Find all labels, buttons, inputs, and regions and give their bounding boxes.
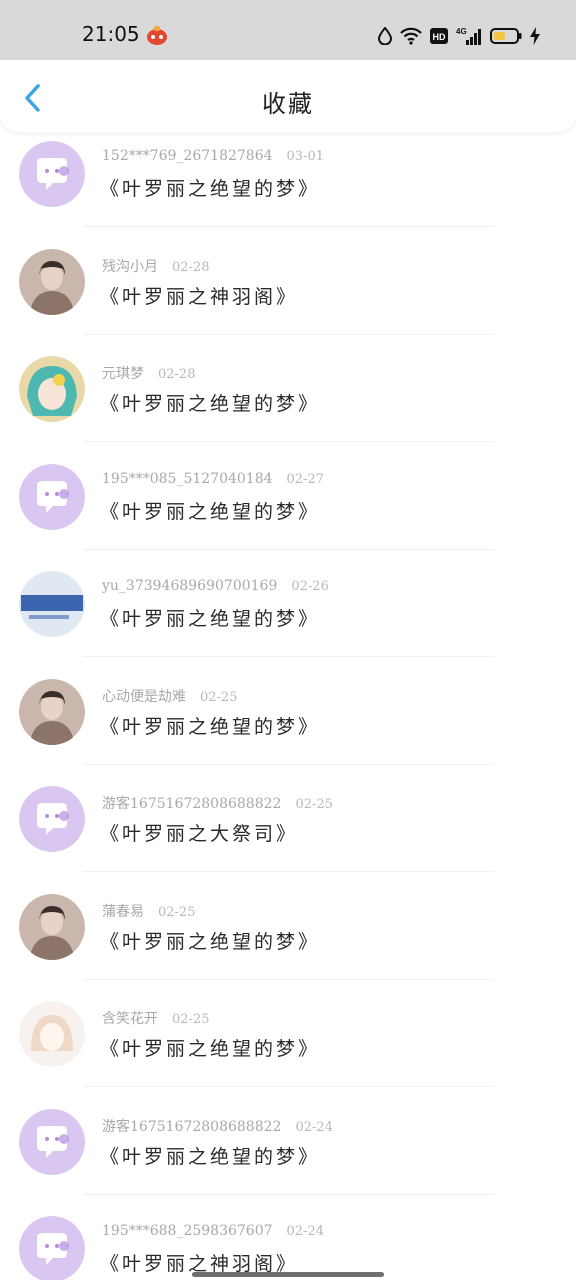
avatar-image xyxy=(19,1001,85,1067)
favorite-item[interactable]: 蒲春易 02-25 《叶罗丽之绝望的梦》 xyxy=(0,873,576,980)
item-meta: 残沟小月 02-28 xyxy=(102,256,209,276)
date: 02-28 xyxy=(158,367,196,382)
username[interactable]: 心动便是劫难 xyxy=(102,689,186,705)
date: 02-26 xyxy=(291,579,329,594)
work-title[interactable]: 《叶罗丽之绝望的梦》 xyxy=(100,604,320,631)
date: 02-25 xyxy=(158,904,196,920)
work-title[interactable]: 《叶罗丽之绝望的梦》 xyxy=(100,927,320,954)
work-title[interactable]: 《叶罗丽之绝望的梦》 xyxy=(100,712,320,739)
date: 02-28 xyxy=(172,259,210,275)
item-meta: 含笑花开 02-25 xyxy=(102,1008,209,1028)
date: 02-25 xyxy=(172,1012,210,1027)
username[interactable]: 195***688_2598367607 xyxy=(102,1223,273,1239)
username[interactable]: 游客16751672808688822 xyxy=(102,796,281,812)
work-title[interactable]: 《叶罗丽之大祭司》 xyxy=(100,819,298,846)
chat-bubble-icon xyxy=(19,1108,85,1175)
date: 03-01 xyxy=(286,149,324,164)
chat-bubble-icon xyxy=(19,1216,85,1280)
work-title[interactable]: 《叶罗丽之绝望的梦》 xyxy=(100,1034,320,1061)
favorite-item[interactable]: yu_3739468969070016​9 02-26 《叶罗丽之绝望的梦》 xyxy=(0,550,576,657)
page-title: 收藏 xyxy=(262,90,314,118)
home-indicator[interactable] xyxy=(192,1272,384,1277)
avatar-image xyxy=(19,356,85,422)
item-meta: 元琪梦 02-28 xyxy=(102,363,195,383)
username[interactable]: yu_3739468969070016​9 xyxy=(102,578,277,594)
favorite-item[interactable]: 游客16751672808688822 02-24 《叶罗丽之绝望的梦》 xyxy=(0,1088,576,1195)
favorite-item[interactable]: 195***085_5127040184 02-27 《叶罗丽之绝望的梦》 xyxy=(0,443,576,550)
date: 02-25 xyxy=(200,689,238,705)
item-meta: 195***085_5127040184 02-27 xyxy=(102,471,324,487)
item-meta: 152***769_2671827864 03-01 xyxy=(102,148,324,164)
username[interactable]: 游客16751672808688822 xyxy=(102,1119,281,1135)
username[interactable]: 152***769_2671827864 xyxy=(102,148,273,164)
date: 02-24 xyxy=(295,1119,333,1135)
data-saver-icon xyxy=(378,27,392,45)
battery-icon xyxy=(490,27,522,45)
username[interactable]: 蒲春易 xyxy=(102,904,144,920)
date: 02-27 xyxy=(286,471,324,487)
svg-text:HD: HD xyxy=(433,32,446,42)
item-meta: yu_3739468969070016​9 02-26 xyxy=(102,578,329,594)
date: 02-24 xyxy=(286,1224,324,1239)
hd-icon: HD xyxy=(430,27,448,45)
avatar[interactable] xyxy=(19,463,85,530)
favorite-item[interactable]: 游客16751672808688822 02-25 《叶罗丽之大祭司》 xyxy=(0,765,576,872)
app-notification-icon xyxy=(146,24,168,46)
work-title[interactable]: 《叶罗丽之绝望的梦》 xyxy=(100,389,320,416)
avatar[interactable] xyxy=(19,893,85,960)
status-icons: HD 4G xyxy=(378,24,540,48)
favorite-item[interactable]: 152***769_2671827864 03-01 《叶罗丽之绝望的梦》 xyxy=(0,120,576,227)
nav-bar: 收藏 xyxy=(0,60,576,132)
status-bar: 21:05 HD 4G xyxy=(0,0,576,60)
username[interactable]: 残沟小月 xyxy=(102,259,158,275)
avatar[interactable] xyxy=(19,141,85,207)
work-title[interactable]: 《叶罗丽之绝望的梦》 xyxy=(100,497,320,524)
avatar[interactable] xyxy=(19,571,85,637)
avatar[interactable] xyxy=(19,1001,85,1067)
item-meta: 游客16751672808688822 02-25 xyxy=(102,793,333,813)
avatar-image xyxy=(19,678,85,745)
svg-text:4G: 4G xyxy=(456,27,467,36)
avatar-image xyxy=(19,893,85,960)
avatar[interactable] xyxy=(19,1108,85,1175)
username[interactable]: 含笑花开 xyxy=(102,1011,158,1027)
favorite-item[interactable]: 元琪梦 02-28 《叶罗丽之绝望的梦》 xyxy=(0,335,576,442)
avatar[interactable] xyxy=(19,248,85,315)
charging-icon xyxy=(530,27,540,45)
favorite-item[interactable]: 195***688_2598367607 02-24 《叶罗丽之神羽阁》 xyxy=(0,1195,576,1280)
username[interactable]: 195***085_5127040184 xyxy=(102,471,273,487)
avatar-image xyxy=(19,571,85,637)
date: 02-25 xyxy=(295,797,333,812)
favorite-item[interactable]: 残沟小月 02-28 《叶罗丽之神羽阁》 xyxy=(0,228,576,335)
work-title[interactable]: 《叶罗丽之绝望的梦》 xyxy=(100,1142,320,1169)
avatar[interactable] xyxy=(19,678,85,745)
item-meta: 195***688_2598367607 02-24 xyxy=(102,1223,324,1239)
avatar[interactable] xyxy=(19,1216,85,1280)
signal-4g-icon: 4G xyxy=(456,26,482,46)
favorite-item[interactable]: 心动便是劫难 02-25 《叶罗丽之绝望的梦》 xyxy=(0,658,576,765)
work-title[interactable]: 《叶罗丽之神羽阁》 xyxy=(100,282,298,309)
status-time: 21:05 xyxy=(82,22,140,46)
avatar[interactable] xyxy=(19,786,85,852)
chat-bubble-icon xyxy=(19,463,85,530)
work-title[interactable]: 《叶罗丽之绝望的梦》 xyxy=(100,174,320,201)
item-meta: 蒲春易 02-25 xyxy=(102,901,195,921)
wifi-icon xyxy=(400,27,422,45)
username[interactable]: 元琪梦 xyxy=(102,366,144,382)
chat-bubble-icon xyxy=(19,786,85,852)
chat-bubble-icon xyxy=(19,141,85,207)
favorite-item[interactable]: 含笑花开 02-25 《叶罗丽之绝望的梦》 xyxy=(0,980,576,1087)
avatar-image xyxy=(19,248,85,315)
avatar[interactable] xyxy=(19,356,85,422)
item-meta: 心动便是劫难 02-25 xyxy=(102,686,237,706)
item-meta: 游客16751672808688822 02-24 xyxy=(102,1116,333,1136)
